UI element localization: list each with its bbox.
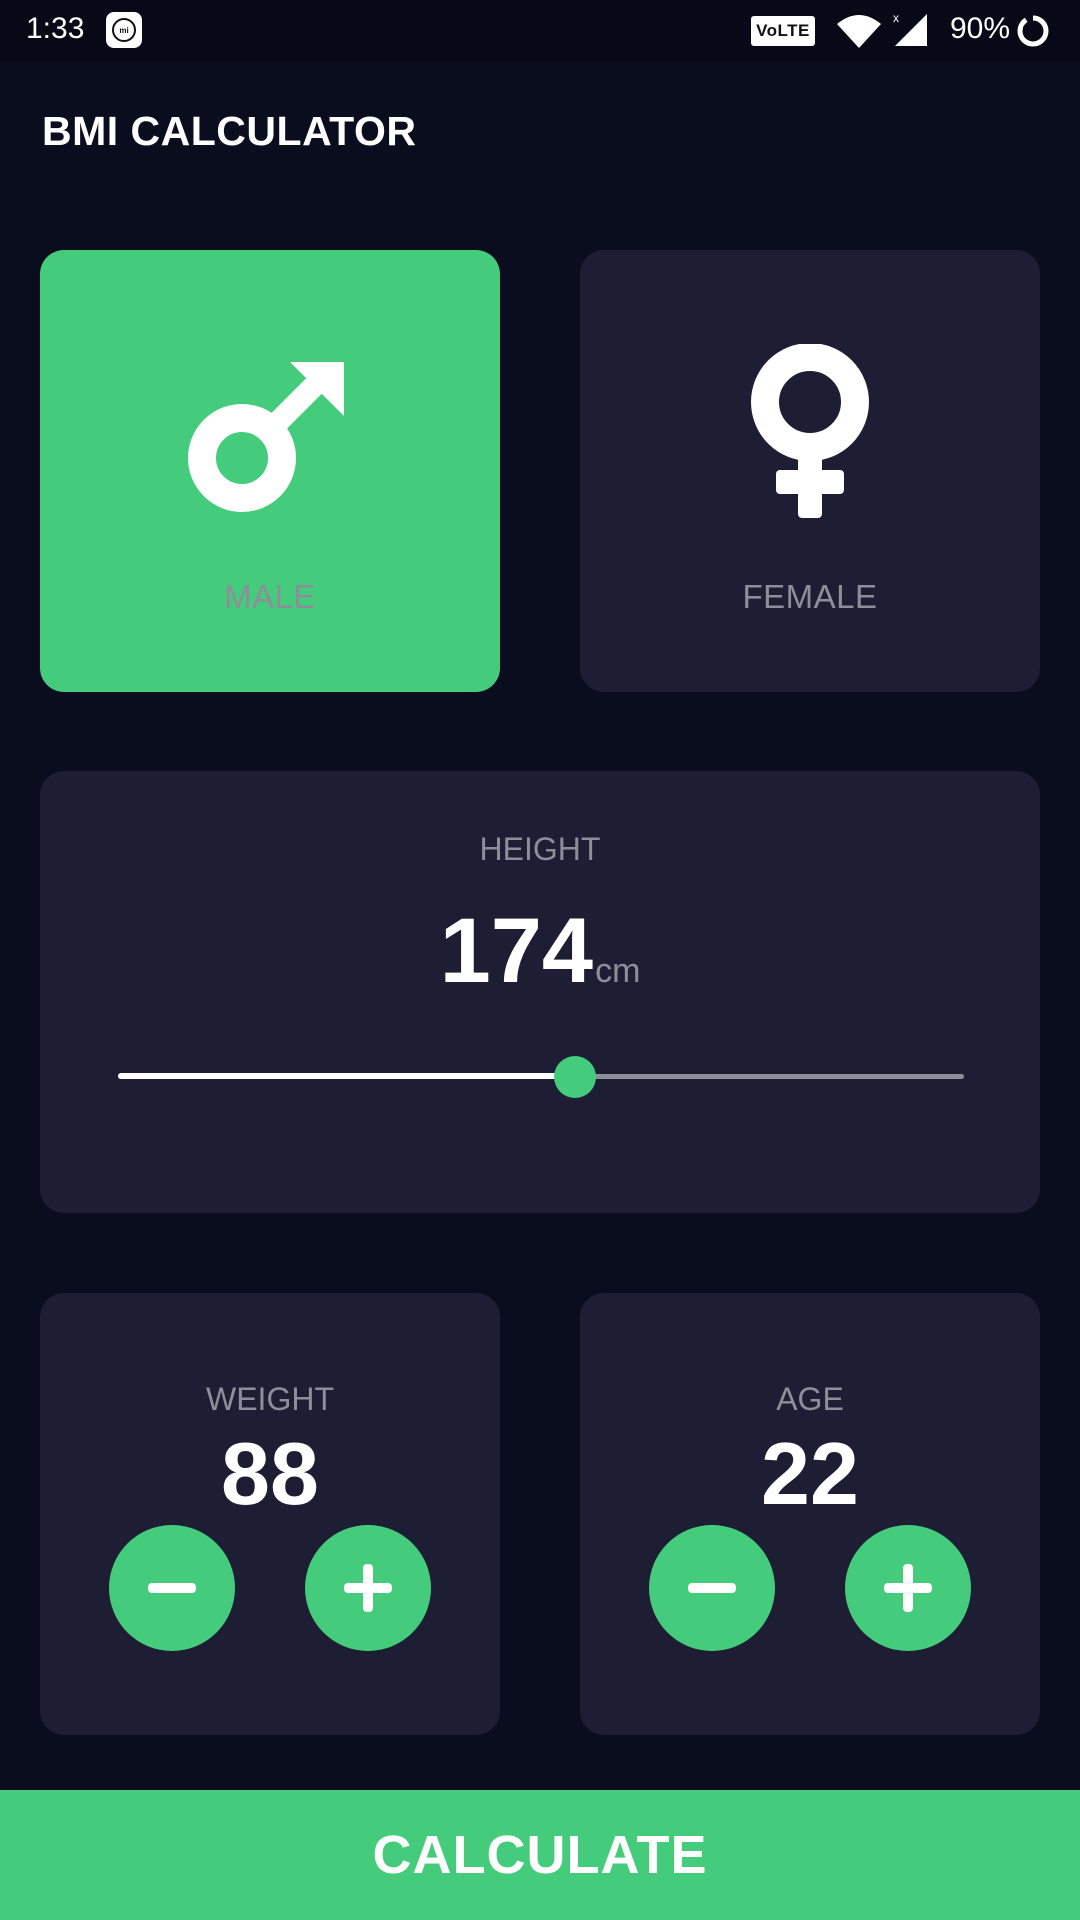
age-card: AGE 22 [580,1293,1040,1735]
male-label: MALE [224,578,316,615]
female-label: FEMALE [742,578,878,615]
female-card[interactable]: FEMALE [580,250,1040,692]
height-readout: 174cm [40,899,1040,1004]
height-label: HEIGHT [479,831,601,867]
calculate-button[interactable]: CALCULATE [0,1790,1080,1920]
calculate-label: CALCULATE [372,1825,708,1885]
male-symbol-icon [188,362,344,512]
battery-percent: 90% [950,12,1011,45]
mi-app-icon: mi [106,12,142,48]
cell-signal-icon: x [893,12,927,46]
svg-text:x: x [893,12,899,25]
plus-icon [344,1564,392,1612]
weight-card: WEIGHT 88 [40,1293,500,1735]
height-unit: cm [595,952,641,990]
weight-increment-button[interactable] [305,1525,431,1651]
weight-decrement-button[interactable] [109,1525,235,1651]
plus-icon [884,1564,932,1612]
weight-value: 88 [221,1424,319,1523]
minus-icon [688,1583,736,1593]
female-symbol-icon [751,344,869,518]
age-decrement-button[interactable] [649,1525,775,1651]
height-slider-active-track[interactable] [118,1073,575,1079]
status-time: 1:33 [26,12,85,45]
battery-ring-icon [1017,15,1049,47]
height-card: HEIGHT 174cm [40,771,1040,1213]
minus-icon [148,1583,196,1593]
height-slider-thumb[interactable] [553,1056,596,1098]
male-card[interactable]: MALE [40,250,500,692]
wifi-icon [837,15,881,48]
age-increment-button[interactable] [845,1525,971,1651]
weight-label: WEIGHT [206,1381,334,1417]
height-value: 174 [439,900,594,1002]
app-title: BMI CALCULATOR [42,108,417,154]
status-bar: 1:33 mi VoLTE x 90% [0,0,1080,62]
age-label: AGE [776,1381,844,1417]
volte-badge: VoLTE [751,16,815,46]
age-value: 22 [761,1424,859,1523]
